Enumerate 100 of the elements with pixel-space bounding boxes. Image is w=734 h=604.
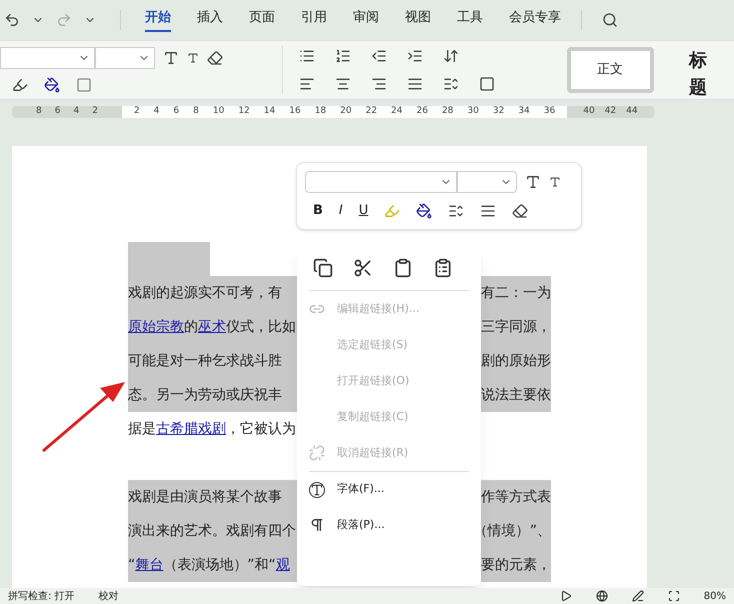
ruler-number: 8 xyxy=(193,105,199,118)
ruler-number: 4 xyxy=(154,105,160,118)
eraser-icon[interactable] xyxy=(207,50,223,66)
body-text: 态。另一为劳动或庆祝丰 xyxy=(128,386,282,404)
hyperlink[interactable]: 古希腊戏剧 xyxy=(156,418,226,440)
font-size-field[interactable] xyxy=(457,171,517,193)
outdent-icon[interactable] xyxy=(371,48,388,64)
body-text: 演出来的艺术。戏剧有四个 xyxy=(128,522,296,540)
ruler-number: 44 xyxy=(626,105,638,118)
ribbon-tab[interactable]: 视图 xyxy=(405,8,431,32)
ruler-number: 22 xyxy=(366,105,378,118)
body-text: 作等方式表 xyxy=(481,488,551,506)
justify-icon[interactable] xyxy=(407,76,424,92)
ruler-number: 2 xyxy=(92,105,98,118)
ruler-number: 30 xyxy=(467,105,479,118)
sort-icon[interactable] xyxy=(443,48,460,64)
ruler-number: 36 xyxy=(544,105,556,118)
font-name-field[interactable] xyxy=(0,47,95,69)
ruler-number: 28 xyxy=(442,105,454,118)
bullet-list-icon[interactable] xyxy=(299,48,316,64)
style-option[interactable]: 标题 xyxy=(662,47,734,93)
eraser-icon[interactable] xyxy=(512,202,528,219)
spell-check-status[interactable]: 拼写检查: 打开 xyxy=(8,588,75,604)
hyperlink[interactable]: 原始宗教 xyxy=(128,316,184,338)
font-size-field[interactable] xyxy=(95,47,155,69)
scissors-icon[interactable] xyxy=(353,258,373,278)
menu-item[interactable]: 字体(F)... xyxy=(309,471,469,507)
ruler-number: 26 xyxy=(416,105,428,118)
body-text: 仪式，比如 xyxy=(226,318,296,336)
ribbon-tab[interactable]: 会员专享 xyxy=(509,8,561,32)
body-text: 说法主要依 xyxy=(481,386,551,404)
hyperlink[interactable]: 观 xyxy=(276,554,290,576)
clipboard-icon[interactable] xyxy=(393,258,413,278)
copy-icon[interactable] xyxy=(313,258,333,278)
border-icon[interactable] xyxy=(479,76,496,92)
grow-font-icon[interactable] xyxy=(163,50,179,66)
numbered-list-icon[interactable] xyxy=(335,48,352,64)
ruler-number: 34 xyxy=(518,105,530,118)
ruler-number: 12 xyxy=(238,105,250,118)
indent-icon[interactable] xyxy=(407,48,424,64)
fit-icon[interactable] xyxy=(668,590,680,602)
highlight-icon[interactable] xyxy=(12,77,28,93)
align-center-icon[interactable] xyxy=(335,76,352,92)
search-icon[interactable] xyxy=(602,12,618,28)
ribbon-tab[interactable]: 引用 xyxy=(301,8,327,32)
body-text: 要的元素， xyxy=(481,556,551,574)
line-spacing-icon[interactable] xyxy=(448,202,464,219)
body-text: （情境）”、 xyxy=(474,522,551,540)
align-right-icon[interactable] xyxy=(371,76,388,92)
line-spacing-icon[interactable] xyxy=(443,76,460,92)
style-option[interactable]: 正文 xyxy=(566,47,654,93)
underline-button[interactable]: U xyxy=(358,201,368,220)
shrink-font-icon[interactable] xyxy=(187,52,199,64)
body-text: “ xyxy=(128,556,136,574)
ruler-number: 2 xyxy=(134,105,140,118)
italic-button[interactable]: I xyxy=(338,201,343,220)
ruler[interactable]: 8 6 4 2 2 4 6 8 10 12 14 16 18 20 22 24 26 28 30 32 34 36 40 42 44 xyxy=(12,106,654,118)
ruler-number: 14 xyxy=(264,105,276,118)
body-text: 据是 xyxy=(128,420,156,438)
paragraph-icon xyxy=(309,517,325,533)
ribbon-tab[interactable]: 工具 xyxy=(457,8,483,32)
bold-button[interactable]: B xyxy=(313,201,323,220)
font-name-field[interactable] xyxy=(305,171,457,193)
clipboard-list-icon[interactable] xyxy=(433,258,453,278)
ruler-number: 8 xyxy=(36,105,42,118)
proofread-label[interactable]: 校对 xyxy=(98,588,119,604)
menu-item[interactable]: 段落(P)... xyxy=(309,507,469,543)
ruler-number: 6 xyxy=(54,105,60,118)
ruler-number: 42 xyxy=(604,105,616,118)
ruler-number: 16 xyxy=(289,105,301,118)
undo-icon[interactable] xyxy=(4,12,20,28)
ruler-number: 40 xyxy=(583,105,595,118)
unlink-icon xyxy=(309,445,325,461)
ruler-number: 6 xyxy=(173,105,180,118)
ribbon-tab[interactable]: 页面 xyxy=(249,8,275,32)
ruler-number: 32 xyxy=(492,105,504,118)
pen-icon[interactable] xyxy=(632,590,644,602)
body-text: ，它被认为 xyxy=(226,420,296,438)
globe-icon[interactable] xyxy=(596,590,608,602)
grow-font-icon[interactable] xyxy=(525,174,541,190)
ruler-number: 18 xyxy=(314,105,326,118)
ruler-number: 4 xyxy=(73,105,80,118)
hyperlink[interactable]: 舞台 xyxy=(135,554,164,576)
body-text: 可能是对一种乞求战斗胜 xyxy=(128,352,282,370)
body-text: 三字同源， xyxy=(481,318,551,336)
shrink-font-icon[interactable] xyxy=(549,176,561,188)
ribbon-tab[interactable]: 开始 xyxy=(145,8,171,32)
ribbon-tab[interactable]: 插入 xyxy=(197,8,223,32)
play-icon[interactable] xyxy=(560,590,572,602)
align-left-icon[interactable] xyxy=(299,76,316,92)
body-text: 有二：一为 xyxy=(481,284,551,302)
body-text: 戏剧的起源实不可考，有 xyxy=(128,284,282,302)
zoom-level[interactable]: 80% xyxy=(704,588,726,604)
body-text: 的 xyxy=(184,318,198,336)
hyperlink[interactable]: 巫术 xyxy=(198,316,226,338)
font-icon xyxy=(309,482,325,498)
body-text: （表演场地）”和“ xyxy=(163,556,276,574)
align-icon[interactable] xyxy=(480,202,496,219)
ribbon-tab[interactable]: 审阅 xyxy=(353,8,379,32)
ruler-number: 10 xyxy=(212,105,224,118)
